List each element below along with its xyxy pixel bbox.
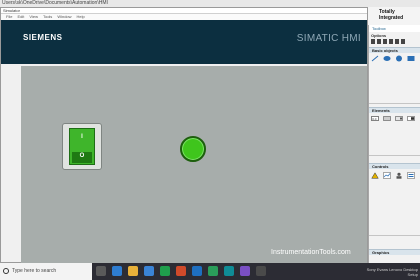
switch-rocker[interactable]: I O: [69, 128, 95, 165]
line-icon[interactable]: [371, 55, 379, 62]
switch-on-label: I: [81, 134, 83, 140]
grid-tool-icon[interactable]: [383, 39, 387, 44]
toolbox-divider: [369, 235, 420, 236]
ellipse-icon[interactable]: [383, 55, 391, 62]
toolbox-options-toolbar: [371, 39, 419, 45]
chrome-icon[interactable]: [160, 266, 170, 276]
simulator-window: Simulator File Edit View Tools Window He…: [0, 7, 368, 264]
rectangle-icon[interactable]: [407, 55, 415, 62]
view-tool-icon[interactable]: [389, 39, 393, 44]
section-elements-label: Elements: [372, 108, 390, 113]
section-graphics-label: Graphics: [372, 250, 390, 255]
rocker-switch[interactable]: I O: [62, 123, 102, 170]
file-explorer-icon[interactable]: [128, 266, 138, 276]
user-view-icon[interactable]: [395, 172, 403, 179]
simulator-app-icon[interactable]: [256, 266, 266, 276]
pointer-tool-icon[interactable]: [371, 39, 375, 44]
tia-portal-icon[interactable]: [224, 266, 234, 276]
elements-row: 0.0: [371, 115, 419, 124]
alarm-view-icon[interactable]: [371, 172, 379, 179]
siemens-logo: SIEMENS: [23, 33, 63, 42]
word-icon[interactable]: [192, 266, 202, 276]
switch-off-label: O: [79, 153, 85, 159]
toolbox-title: Toolbox: [372, 26, 386, 31]
section-graphics[interactable]: Graphics: [369, 249, 420, 255]
system-tray-text-2: Setup: [407, 272, 418, 277]
pin-tool-icon[interactable]: [401, 39, 405, 44]
taskbar-apps: [96, 266, 266, 276]
section-controls-label: Controls: [372, 164, 389, 169]
powerpoint-icon[interactable]: [176, 266, 186, 276]
basic-objects-row: [371, 55, 419, 64]
status-force-icon[interactable]: [407, 172, 415, 179]
section-elements[interactable]: Elements: [369, 107, 420, 113]
taskbar-search-box[interactable]: Type here to search: [0, 263, 92, 280]
toolbox-divider: [369, 103, 420, 104]
hmi-screen: I O: [21, 66, 367, 264]
svg-text:0.0: 0.0: [372, 117, 377, 121]
background-path: Users\sk\OneDrive\Documents\Automation\H…: [2, 0, 108, 6]
switch-off-pad: O: [72, 152, 92, 163]
section-basic-objects[interactable]: Basic objects: [369, 47, 420, 53]
indicator-lamp: [180, 136, 206, 162]
symbolic-io-icon[interactable]: [395, 115, 403, 122]
button-element-icon[interactable]: [383, 115, 391, 122]
toolbox-divider: [369, 155, 420, 156]
circle-icon[interactable]: [395, 55, 403, 62]
tia-portal-title[interactable]: Totally Integrated: [368, 7, 420, 25]
watermark-text: InstrumentationTools.com: [271, 249, 351, 256]
search-icon: [3, 268, 9, 274]
io-field-icon[interactable]: 0.0: [371, 115, 379, 122]
windows-taskbar: Type here to search Sony Evans Lenovo De…: [0, 263, 420, 280]
list-tool-icon[interactable]: [395, 39, 399, 44]
edge-icon[interactable]: [112, 266, 122, 276]
trend-view-icon[interactable]: [383, 172, 391, 179]
select-tool-icon[interactable]: [377, 39, 381, 44]
simatic-hmi-label: SIMATIC HMI: [296, 33, 361, 44]
toolbox-panel: Toolbox Options Basic objects Elements 0…: [368, 25, 420, 263]
background-title-bar: Users\sk\OneDrive\Documents\Automation\H…: [0, 0, 420, 7]
app-icon[interactable]: [240, 266, 250, 276]
section-basic-objects-label: Basic objects: [372, 48, 398, 53]
store-icon[interactable]: [144, 266, 154, 276]
switch-element-icon[interactable]: [407, 115, 415, 122]
section-controls[interactable]: Controls: [369, 163, 420, 169]
tia-title-text: Totally Integrated: [379, 9, 404, 21]
task-view-icon[interactable]: [96, 266, 106, 276]
toolbox-header: Toolbox: [369, 25, 420, 32]
toolbox-options-label: Options: [371, 33, 387, 38]
controls-row: [371, 172, 419, 181]
search-placeholder: Type here to search: [12, 268, 57, 274]
excel-icon[interactable]: [208, 266, 218, 276]
